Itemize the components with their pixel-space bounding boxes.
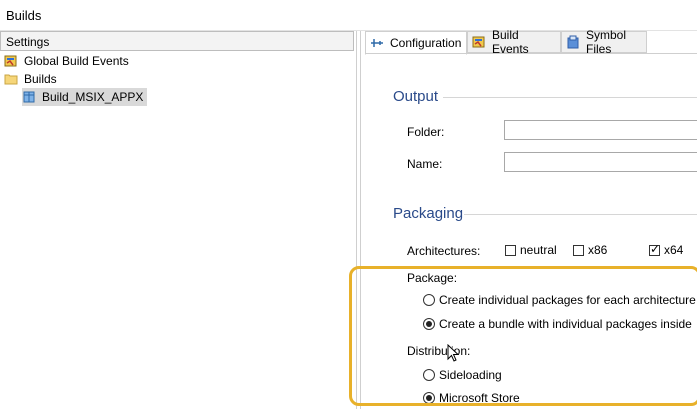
folder-label: Folder: [407,125,445,139]
package-icon [22,90,36,104]
checkbox-box [505,244,516,256]
highlight-annotation [349,266,697,406]
name-label: Name: [407,157,443,171]
tree-item-global-build-events[interactable]: Global Build Events [4,52,129,70]
tree-item-label: Builds [24,72,57,86]
settings-tree-pane: Settings Global Build Events Builds Buil… [0,31,357,409]
tab-label: Symbol Files [586,28,627,56]
symbol-files-icon [566,35,580,49]
packaging-section-title: Packaging [393,205,464,222]
checkbox-label: neutral [520,243,557,257]
tab-strip-divider [365,53,697,54]
tree-item-builds[interactable]: Builds [4,70,57,88]
tree-item-label: Build_MSIX_APPX [42,90,144,104]
name-field[interactable] [504,152,697,172]
tab-configuration[interactable]: Configuration [365,31,467,55]
checkbox-box [573,244,584,256]
tab-symbol-files[interactable]: Symbol Files [561,28,647,56]
folder-field[interactable] [504,120,697,140]
folder-icon [4,72,18,86]
tree-item-build-msix-appx[interactable]: Build_MSIX_APPX [22,88,148,106]
checkbox-label: x64 [664,243,684,257]
settings-header: Settings [0,31,354,51]
tab-label: Configuration [390,36,462,50]
configuration-icon [370,36,384,50]
architecture-x86-checkbox[interactable]: x86 [573,243,607,257]
output-section-title: Output [393,88,439,105]
tab-build-events[interactable]: Build Events [467,28,561,56]
window-title: Builds [6,8,42,23]
title-bar: Builds [0,0,697,31]
settings-header-label: Settings [6,35,50,49]
architecture-neutral-checkbox[interactable]: neutral [505,243,557,257]
checkbox-label: x86 [588,243,608,257]
build-events-icon [4,54,18,68]
output-section-divider [443,97,697,98]
tree-item-label: Global Build Events [24,54,129,68]
packaging-section-divider [464,214,697,215]
tab-label: Build Events [492,28,529,56]
checkbox-box [649,242,660,256]
build-events-icon [472,35,486,49]
architectures-label: Architectures: [407,244,481,258]
architecture-x64-checkbox[interactable]: x64 [649,242,684,257]
